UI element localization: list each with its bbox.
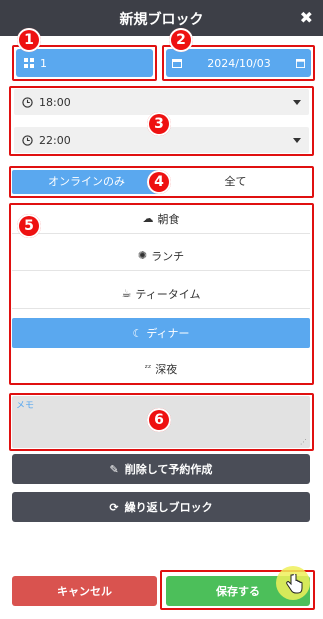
meal-option-lunch[interactable]: ✺ ランチ: [12, 241, 310, 271]
marker-5: 5: [17, 214, 41, 238]
pencil-icon: ✎: [109, 462, 119, 476]
calendar-icon: [172, 59, 182, 68]
marker-6: 6: [147, 408, 171, 432]
meal-label: 深夜: [155, 363, 178, 376]
marker-4: 4: [147, 170, 171, 194]
repeat-block-label: 繰り返しブロック: [124, 501, 213, 514]
clock-icon: [22, 96, 33, 108]
new-block-modal: 新規ブロック ✖ 1 1 2024/10/03 2 18:00 22:00 3 …: [0, 0, 323, 619]
meal-option-breakfast[interactable]: ☁ 朝食: [12, 204, 310, 234]
close-icon[interactable]: ✖: [300, 8, 313, 27]
sleep-icon: ᶻᶻ: [144, 364, 152, 374]
modal-title: 新規ブロック: [119, 12, 204, 28]
sun-icon: ✺: [137, 249, 148, 262]
refresh-icon: ⟳: [109, 500, 119, 514]
date-field[interactable]: 2024/10/03: [166, 49, 311, 77]
delete-and-reserve-label: 削除して予約作成: [124, 463, 213, 476]
meal-label: ランチ: [151, 249, 185, 263]
coffee-icon: ☕: [121, 287, 132, 300]
repeat-block-button[interactable]: ⟳ 繰り返しブロック: [12, 492, 310, 522]
meal-option-teatime[interactable]: ☕ ティータイム: [12, 279, 310, 309]
marker-2: 2: [169, 28, 193, 52]
table-icon: [24, 58, 34, 68]
meal-label: 朝食: [157, 212, 180, 226]
people-count-value: 1: [40, 56, 47, 70]
marker-3: 3: [147, 112, 171, 136]
delete-and-reserve-button[interactable]: ✎ 削除して予約作成: [12, 454, 310, 484]
start-time-value: 18:00: [39, 95, 71, 109]
moon-icon: ☾: [132, 326, 143, 340]
modal-header: 新規ブロック ✖: [0, 0, 323, 36]
end-time-value: 22:00: [39, 133, 71, 147]
people-count-field[interactable]: 1: [16, 49, 153, 77]
resize-handle-icon[interactable]: ⋰: [300, 438, 307, 446]
meal-label: ディナー: [146, 327, 190, 340]
memo-placeholder: メモ: [16, 401, 35, 411]
cancel-button[interactable]: キャンセル: [12, 576, 157, 606]
clock-icon: [22, 134, 33, 146]
date-value: 2024/10/03: [207, 56, 271, 70]
start-time-select[interactable]: 18:00: [14, 89, 309, 115]
cloud-icon: ☁: [142, 212, 154, 225]
chevron-down-icon: [293, 99, 301, 105]
chevron-down-icon: [293, 137, 301, 143]
marker-1: 1: [17, 28, 41, 52]
calendar-picker-icon[interactable]: [296, 58, 305, 68]
meal-label: ティータイム: [135, 287, 201, 301]
meal-option-dinner[interactable]: ☾ ディナー: [12, 318, 310, 348]
pointer-cursor-icon: [276, 566, 310, 600]
all-option[interactable]: 全て: [161, 170, 310, 194]
online-only-option[interactable]: オンラインのみ: [12, 170, 161, 194]
meal-option-late-night[interactable]: ᶻᶻ 深夜: [12, 354, 310, 384]
